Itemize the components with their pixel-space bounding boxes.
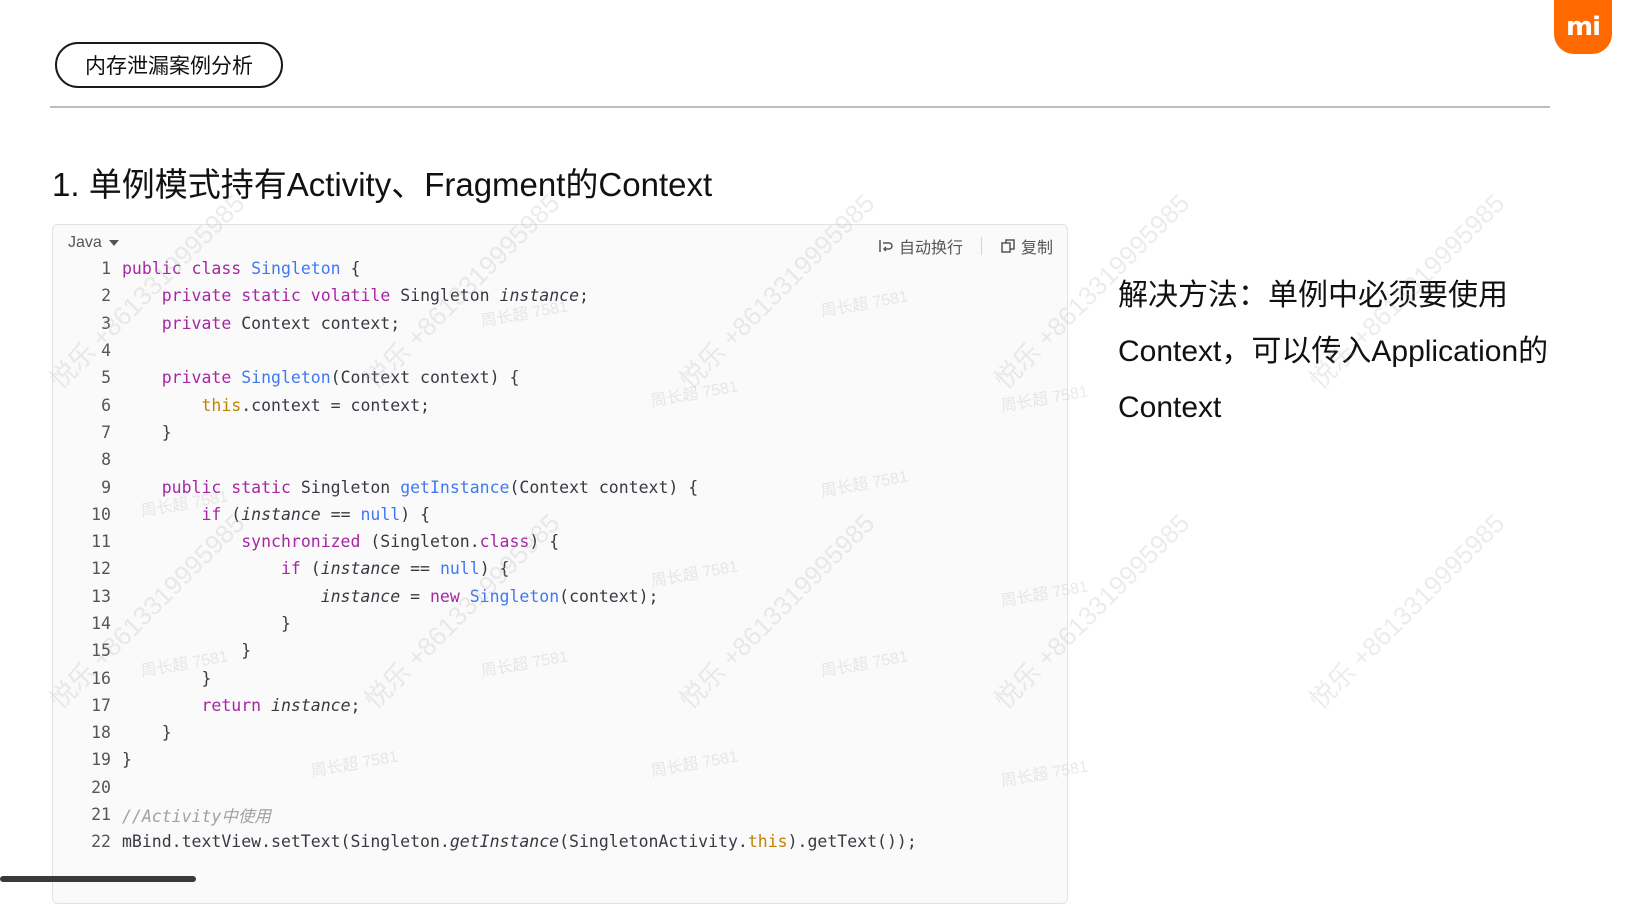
code-line: 19} — [53, 746, 1067, 773]
language-label: Java — [68, 234, 102, 251]
code-line: 10 if (instance == null) { — [53, 501, 1067, 528]
code-line: 15 } — [53, 637, 1067, 664]
line-number: 9 — [101, 477, 111, 497]
line-number: 15 — [91, 641, 111, 661]
line-number: 8 — [101, 450, 111, 470]
line-number: 3 — [101, 313, 111, 333]
toolbar-separator — [980, 237, 982, 255]
line-number: 11 — [91, 532, 111, 552]
line-number: 10 — [91, 504, 111, 524]
line-number: 17 — [91, 695, 111, 715]
code-line: 5 private Singleton(Context context) { — [53, 364, 1067, 391]
code-text: } — [122, 422, 172, 442]
line-number: 22 — [91, 832, 111, 852]
line-number: 21 — [91, 805, 111, 825]
watermark-text: 悦乐 +8613319995985 — [1303, 507, 1511, 715]
code-text: } — [122, 641, 252, 661]
code-text: //Activity中使用 — [122, 806, 271, 826]
code-text: public class Singleton { — [122, 259, 361, 279]
code-text: mBind.textView.setText(Singleton.getInst… — [122, 832, 917, 852]
code-line: 11 synchronized (Singleton.class) { — [53, 528, 1067, 555]
code-line: 2 private static volatile Singleton inst… — [53, 282, 1067, 309]
line-number: 12 — [91, 559, 111, 579]
horizontal-scrollbar[interactable] — [0, 876, 196, 882]
language-selector[interactable]: Java — [68, 234, 119, 252]
code-text: this.context = context; — [201, 395, 430, 415]
code-line: 21 //Activity中使用 — [53, 801, 1067, 828]
solution-text: 解决方法：单例中必须要使用Context，可以传入Application的Con… — [1118, 279, 1549, 424]
line-number: 13 — [91, 586, 111, 606]
code-text: private Context context; — [161, 313, 401, 333]
code-line: 13 instance = new Singleton(context); — [53, 583, 1067, 610]
line-number: 1 — [101, 259, 111, 279]
line-number: 19 — [91, 750, 111, 770]
code-line: 8 — [53, 446, 1067, 473]
code-line: 7 } — [53, 419, 1067, 446]
divider — [50, 106, 1550, 108]
code-line: 18 } — [53, 719, 1067, 746]
code-line: 4 — [53, 337, 1067, 364]
code-line: 17 return instance; — [53, 692, 1067, 719]
code-lines: 1 public class Singleton { 2 private stati… — [53, 255, 1067, 856]
code-text: public static Singleton getInstance(Cont… — [161, 477, 699, 497]
line-number: 18 — [91, 723, 111, 743]
code-line: 9 public static Singleton getInstance(Co… — [53, 473, 1067, 500]
code-text: return instance; — [201, 695, 361, 715]
line-number: 20 — [91, 777, 111, 797]
mi-logo: mi — [1554, 0, 1612, 54]
code-line: 14 } — [53, 610, 1067, 637]
line-number: 6 — [101, 395, 111, 415]
code-line: 16 } — [53, 664, 1067, 691]
code-text: if (instance == null) { — [280, 559, 510, 579]
code-line: 20 — [53, 774, 1067, 801]
code-line: 3 private Context context; — [53, 310, 1067, 337]
code-text: private static volatile Singleton instan… — [161, 286, 589, 306]
line-number: 4 — [101, 341, 111, 361]
wrap-icon — [879, 240, 893, 252]
code-line: 1 public class Singleton { — [53, 255, 1067, 282]
code-text: } — [122, 750, 132, 770]
copy-icon — [1001, 239, 1015, 253]
slide-heading: 1. 单例模式持有Activity、Fragment的Context — [52, 166, 713, 203]
code-text: } — [122, 723, 172, 743]
line-number: 14 — [91, 614, 111, 633]
line-number: 2 — [101, 286, 111, 306]
code-text: } — [122, 668, 212, 688]
code-text: instance = new Singleton(context); — [320, 586, 659, 606]
chevron-down-icon — [108, 240, 119, 246]
line-number: 5 — [101, 368, 111, 388]
code-line: 22 mBind.textView.setText(Singleton.getIn… — [53, 828, 1067, 855]
line-number: 16 — [91, 668, 111, 688]
code-text: } — [122, 614, 291, 633]
code-text: private Singleton(Context context) { — [161, 368, 520, 388]
section-tag: 内存泄漏案例分析 — [55, 42, 283, 88]
code-text: if (instance == null) { — [201, 504, 431, 524]
code-text: synchronized (Singleton.class) { — [241, 532, 560, 552]
code-line: 12 if (instance == null) { — [53, 555, 1067, 582]
code-line: 6 this.context = context; — [53, 391, 1067, 418]
line-number: 7 — [101, 422, 111, 442]
code-panel: Java 自动换行 复制 1 public class Singleton {2 … — [52, 224, 1068, 904]
